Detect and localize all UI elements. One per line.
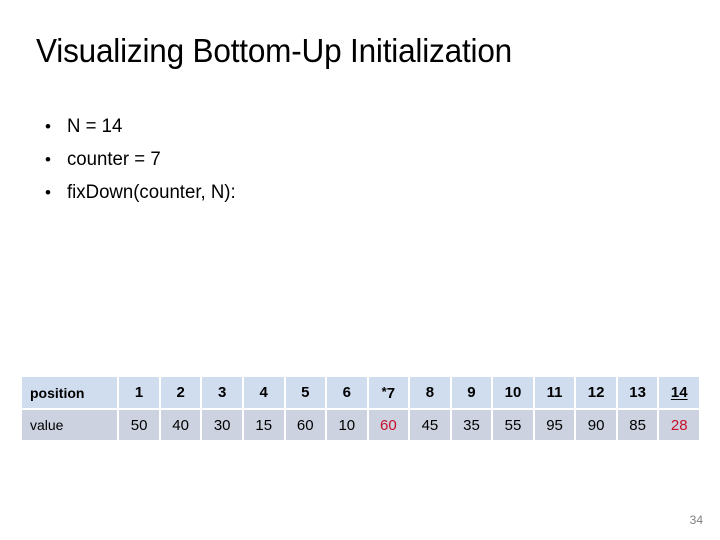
bullet-list: • N = 14 • counter = 7 • fixDown(counter, N): (40, 110, 660, 209)
slide-canvas: Visualizing Bottom-Up Initialization • N … (0, 0, 720, 540)
position-cell: 6 (327, 377, 367, 408)
position-cell: 10 (493, 377, 533, 408)
bullet-item-label: counter = 7 (67, 149, 161, 170)
position-cell: 12 (576, 377, 616, 408)
position-cell: 2 (160, 377, 201, 408)
position-label: 2 (176, 384, 185, 401)
position-label: 7 (386, 384, 396, 402)
value-cell: 45 (410, 410, 450, 440)
value-cell: 50 (119, 410, 159, 440)
value-cell: 55 (493, 410, 533, 440)
position-cell: 3 (202, 377, 242, 408)
position-cell: 11 (534, 377, 575, 408)
position-cell: 4 (243, 377, 284, 408)
value-cell: 60 (368, 410, 409, 440)
value-cell: 15 (243, 410, 284, 440)
position-cell: 14 (659, 377, 699, 408)
table-row-value: value 50 40 30 15 60 10 60 45 35 55 95 90 85 28 (22, 410, 699, 440)
position-label: 6 (342, 384, 351, 401)
value-cell: 85 (617, 410, 658, 440)
table-row-position: position 1 2 3 4 5 6 *7 8 9 10 11 12 13 14 (22, 377, 699, 408)
heap-array-table: position 1 2 3 4 5 6 *7 8 9 10 11 12 13 14 value 50 40… (20, 375, 701, 442)
value-cell: 60 (285, 410, 326, 440)
bullet-point-icon: • (45, 150, 51, 169)
position-label: 10 (504, 384, 522, 401)
bullet-item: • N = 14 (40, 110, 660, 143)
bullet-item-label: fixDown(counter, N): (67, 182, 236, 203)
page-title: Visualizing Bottom-Up Initialization (36, 32, 513, 69)
page-number: 34 (689, 513, 703, 527)
row-header-value: value (22, 410, 118, 440)
bullet-item: • fixDown(counter, N): (40, 176, 660, 209)
position-label: 4 (259, 384, 268, 401)
position-label: 8 (425, 384, 435, 401)
value-cell: 40 (160, 410, 201, 440)
position-label: 9 (467, 384, 476, 401)
bullet-point-icon: • (45, 183, 51, 202)
value-cell: 95 (534, 410, 575, 440)
row-header-position: position (22, 377, 118, 408)
position-cell: 1 (119, 377, 159, 408)
position-cell: 9 (451, 377, 492, 408)
position-label: 11 (546, 384, 563, 401)
position-label: 1 (134, 384, 144, 401)
value-cell: 30 (202, 410, 242, 440)
position-label: 14 (670, 384, 688, 401)
position-label: 12 (587, 384, 605, 401)
position-cell: 8 (410, 377, 450, 408)
position-cell: 5 (285, 377, 326, 408)
bullet-item: • counter = 7 (40, 143, 660, 176)
position-label: 5 (301, 384, 310, 401)
bullet-item-label: N = 14 (67, 116, 123, 137)
position-label: 3 (218, 384, 227, 401)
value-cell: 28 (659, 410, 699, 440)
position-cell: *7 (368, 377, 409, 408)
bullet-point-icon: • (45, 117, 51, 136)
value-cell: 10 (327, 410, 367, 440)
value-cell: 90 (576, 410, 616, 440)
position-label: 13 (629, 384, 646, 401)
position-cell: 13 (617, 377, 658, 408)
value-cell: 35 (451, 410, 492, 440)
